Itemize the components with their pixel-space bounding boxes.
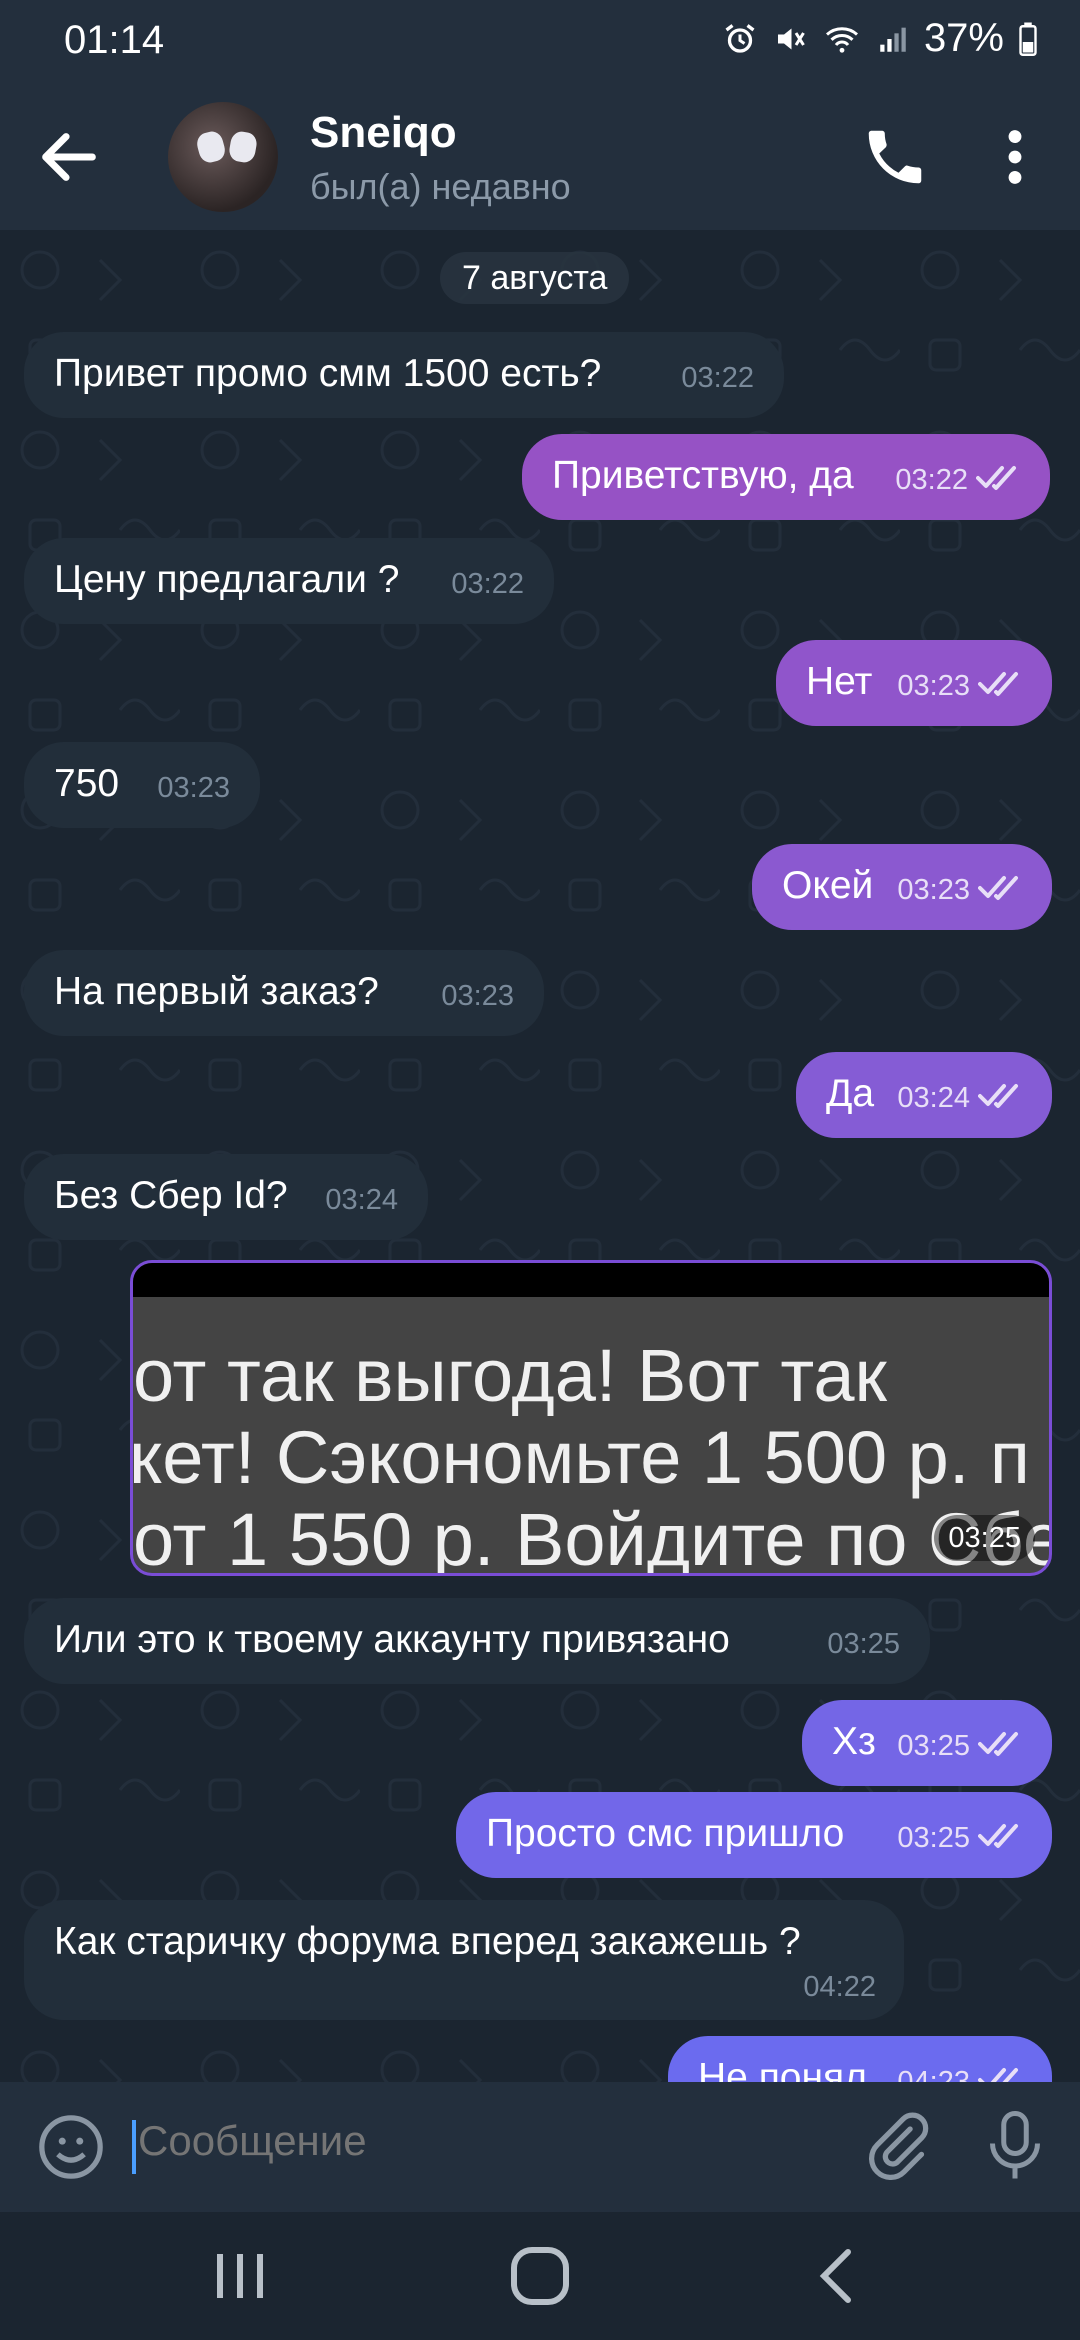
status-bar: 01:14 37% <box>0 0 1080 84</box>
message-text: Приветствую, да <box>552 454 854 497</box>
message-time: 03:25 <box>897 1730 970 1762</box>
signal-icon <box>880 27 906 52</box>
message-text: Окей <box>782 864 874 907</box>
image-message-time: 03:25 <box>934 1515 1035 1561</box>
image-message[interactable]: от так выгода! Вот так кет! Сэкономьте 1… <box>130 1260 1052 1576</box>
image-text-line: от 1 550 р. Войдите по Сбе <box>133 1498 1052 1576</box>
system-back-icon[interactable] <box>800 2246 880 2306</box>
date-separator: 7 августа <box>440 252 630 304</box>
outgoing-message[interactable]: Окей 03:23 <box>752 844 1052 930</box>
wifi-icon <box>825 26 858 53</box>
contact-status: был(а) недавно <box>310 166 571 207</box>
incoming-message[interactable]: Цену предлагали ? 03:22 <box>24 538 554 624</box>
outgoing-message[interactable]: Приветствую, да 03:22 <box>522 434 1050 520</box>
message-text: Без Сбер Id? <box>54 1174 288 1217</box>
message-time: 03:22 <box>895 464 968 496</box>
message-text: Цену предлагали ? <box>54 558 400 601</box>
contact-name[interactable]: Sneiqo <box>310 108 457 158</box>
message-time: 04:22 <box>803 1971 876 2003</box>
outgoing-message[interactable]: Просто смс пришло 03:25 <box>456 1792 1052 1878</box>
message-time: 03:24 <box>897 1082 970 1114</box>
message-text: Нет <box>806 660 873 703</box>
incoming-message[interactable]: На первый заказ? 03:23 <box>24 950 544 1036</box>
message-text: Не понял <box>698 2056 867 2082</box>
message-input[interactable] <box>136 2116 840 2166</box>
message-text: Да <box>826 1072 875 1115</box>
incoming-message[interactable]: Без Сбер Id? 03:24 <box>24 1154 428 1240</box>
recent-apps-icon[interactable] <box>200 2246 280 2306</box>
read-checkmark-icon <box>976 464 1024 492</box>
back-arrow-icon[interactable] <box>34 122 104 192</box>
image-text-line: от так выгода! Вот так <box>133 1334 887 1417</box>
read-checkmark-icon <box>978 874 1026 902</box>
battery-percent: 37% <box>923 16 1004 60</box>
phone-icon[interactable] <box>860 122 930 192</box>
image-text-line: кет! Сэкономьте 1 500 р. п <box>130 1416 1031 1499</box>
read-checkmark-icon <box>978 2066 1026 2082</box>
message-text: На первый заказ? <box>54 970 379 1013</box>
status-time: 01:14 <box>64 18 165 62</box>
message-text: Просто смс пришло <box>486 1812 845 1855</box>
outgoing-message[interactable]: Хз 03:25 <box>802 1700 1052 1786</box>
message-text: 750 <box>54 762 120 805</box>
message-time: 03:23 <box>157 772 230 804</box>
alarm-icon <box>725 23 755 53</box>
read-checkmark-icon <box>978 1082 1026 1110</box>
emoji-icon[interactable] <box>36 2112 106 2182</box>
incoming-message[interactable]: Как старичку форума вперед закажешь ? 04:… <box>24 1900 904 2020</box>
message-time: 03:25 <box>827 1628 900 1660</box>
message-text: Как старичку форума вперед закажешь ? <box>54 1920 801 1963</box>
battery-icon <box>1019 22 1037 56</box>
message-time: 03:22 <box>451 568 524 600</box>
incoming-message[interactable]: Привет промо смм 1500 есть? 03:22 <box>24 332 784 418</box>
outgoing-message[interactable]: Не понял 04:23 <box>668 2036 1052 2082</box>
read-checkmark-icon <box>978 670 1026 698</box>
avatar[interactable] <box>168 102 278 212</box>
message-time: 03:24 <box>325 1184 398 1216</box>
chat-area[interactable]: 7 августа Привет промо смм 1500 есть? 03:… <box>0 230 1080 2082</box>
message-text: Хз <box>832 1720 876 1763</box>
incoming-message[interactable]: Или это к твоему аккаунту привязано 03:25 <box>24 1598 930 1684</box>
mute-icon <box>777 28 805 49</box>
message-text: Или это к твоему аккаунту привязано <box>54 1618 730 1661</box>
incoming-message[interactable]: 750 03:23 <box>24 742 260 828</box>
chat-header: Sneiqo был(а) недавно <box>0 84 1080 230</box>
outgoing-message[interactable]: Нет 03:23 <box>776 640 1052 726</box>
message-time: 03:25 <box>897 1822 970 1854</box>
microphone-icon[interactable] <box>985 2108 1045 2184</box>
message-time: 03:23 <box>441 980 514 1012</box>
outgoing-message[interactable]: Да 03:24 <box>796 1052 1052 1138</box>
message-text: Привет промо смм 1500 есть? <box>54 352 602 395</box>
home-icon[interactable] <box>500 2246 580 2306</box>
more-vert-icon[interactable] <box>990 122 1040 192</box>
status-icons: 37% <box>722 16 1038 61</box>
message-input-bar <box>0 2082 1080 2212</box>
read-checkmark-icon <box>978 1822 1026 1850</box>
attach-icon[interactable] <box>862 2110 932 2180</box>
message-time: 03:22 <box>681 362 754 394</box>
message-time: 04:23 <box>897 2066 970 2082</box>
system-nav-bar <box>0 2212 1080 2340</box>
message-time: 03:23 <box>897 874 970 906</box>
message-time: 03:23 <box>897 670 970 702</box>
read-checkmark-icon <box>978 1730 1026 1758</box>
